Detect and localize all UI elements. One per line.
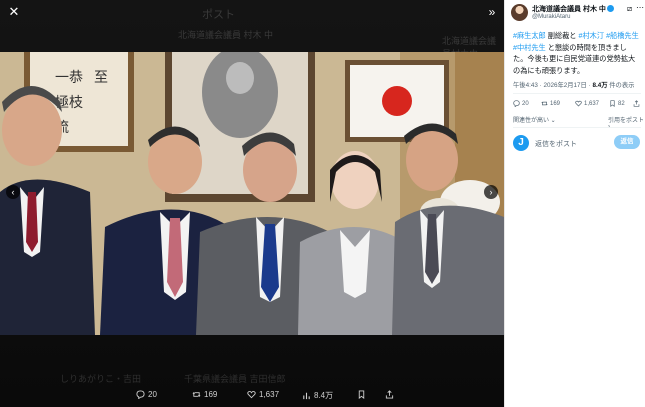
grok-icon[interactable]: ⧄	[627, 4, 632, 14]
repost-icon	[192, 392, 201, 397]
share-icon	[633, 100, 640, 107]
reply-input[interactable]: 返信をポスト	[535, 139, 577, 149]
hashtag-nakamura[interactable]: #中村先生	[513, 43, 546, 52]
more-options-icon[interactable]: ⋯	[636, 3, 644, 12]
media-views-button[interactable]: 8.4万	[302, 390, 333, 401]
repost-count: 169	[550, 100, 561, 107]
reply-icon	[136, 390, 145, 399]
heart-icon	[247, 390, 256, 399]
repost-icon	[541, 101, 548, 106]
divider	[513, 93, 641, 94]
author-name[interactable]: 北海道議会議員 村木 中	[532, 4, 614, 14]
post-meta: 午後4:43 · 2026年2月17日 · 8.4万 件の表示	[513, 80, 634, 89]
repost-button[interactable]: 169	[541, 100, 560, 107]
post-detail-panel: 北海道議会議員 村木 中 @MurakiAtaru ⧄ ⋯ #麻生太郎 副総裁と…	[504, 0, 645, 407]
media-repost-button[interactable]: 169	[192, 390, 217, 399]
post-text-part: 副総裁と	[545, 31, 579, 40]
app-root: ポスト 北海道議会議員 村木 中 北海道議会議員村木中 しりあがりこ・吉田 千葉…	[0, 0, 645, 407]
bookmark-icon	[358, 390, 365, 399]
hashtag-funahashi[interactable]: #船橋先生	[606, 31, 639, 40]
like-button[interactable]: 1,637	[575, 100, 599, 107]
background-reply-author-2: 千葉県議会議員 吉田信郎	[184, 374, 286, 384]
hashtag-aso[interactable]: #麻生太郎	[513, 31, 546, 40]
reply-count: 20	[522, 100, 529, 107]
media-reply-button[interactable]: 20	[136, 390, 157, 399]
post-views-label: 件の表示	[607, 82, 635, 89]
views-icon	[303, 392, 310, 400]
svg-text:一恭: 一恭	[55, 70, 83, 86]
divider	[513, 127, 641, 128]
hashtag-muraki[interactable]: #村木汀	[579, 31, 605, 40]
verified-icon	[606, 5, 614, 12]
media-action-bar: 20 169 1,637 8.4万	[0, 388, 504, 404]
close-icon[interactable]: ✕	[6, 4, 22, 20]
background-post-title: ポスト	[202, 9, 235, 21]
next-image-button[interactable]: ›	[484, 185, 498, 199]
media-views-count: 8.4万	[314, 391, 334, 400]
expand-icon[interactable]: »	[484, 4, 500, 20]
media-bookmark-button[interactable]	[357, 390, 366, 399]
reply-submit-button[interactable]: 返信	[614, 135, 640, 149]
media-viewer: ポスト 北海道議会議員 村木 中 北海道議会議員村木中 しりあがりこ・吉田 千葉…	[0, 0, 504, 407]
author-name-text: 北海道議会議員 村木 中	[532, 6, 606, 13]
background-reply-author: しりあがりこ・吉田	[60, 374, 142, 384]
reply-button[interactable]: 20	[513, 100, 529, 107]
media-share-button[interactable]	[385, 390, 394, 399]
share-icon	[385, 390, 394, 399]
background-author: 北海道議会議員 村木 中	[178, 30, 274, 40]
heart-icon	[575, 100, 582, 107]
post-stats: 20 169 1,637 82	[513, 100, 643, 110]
sort-replies-dropdown[interactable]: 関連性が高い ⌄	[513, 115, 556, 124]
author-avatar[interactable]	[511, 4, 528, 21]
post-views-count: 8.4万	[592, 82, 608, 89]
post-photo[interactable]: 一恭 極枝 流 至	[0, 52, 504, 335]
previous-image-button[interactable]: ‹	[6, 185, 20, 199]
post-text: #麻生太郎 副総裁と #村木汀 #船橋先生 #中村先生 と懇談の時間を頂きました…	[513, 30, 641, 76]
share-button[interactable]	[633, 100, 640, 107]
svg-text:至: 至	[94, 70, 108, 86]
media-reply-count: 20	[148, 390, 157, 399]
bookmark-count: 82	[618, 100, 625, 107]
photo-illustration: 一恭 極枝 流 至	[0, 52, 504, 335]
post-timestamp[interactable]: 午後4:43 · 2026年2月17日 ·	[513, 82, 592, 89]
author-handle[interactable]: @MurakiAtaru	[532, 14, 570, 20]
current-user-avatar: J	[513, 135, 529, 151]
background-post-header: ポスト	[150, 0, 504, 24]
reply-icon	[513, 100, 520, 107]
like-count: 1,637	[584, 100, 600, 107]
media-like-count: 1,637	[259, 390, 280, 399]
media-repost-count: 169	[204, 390, 218, 399]
media-like-button[interactable]: 1,637	[247, 390, 279, 399]
bookmark-button[interactable]: 82	[609, 100, 625, 107]
bookmark-icon	[610, 100, 615, 107]
